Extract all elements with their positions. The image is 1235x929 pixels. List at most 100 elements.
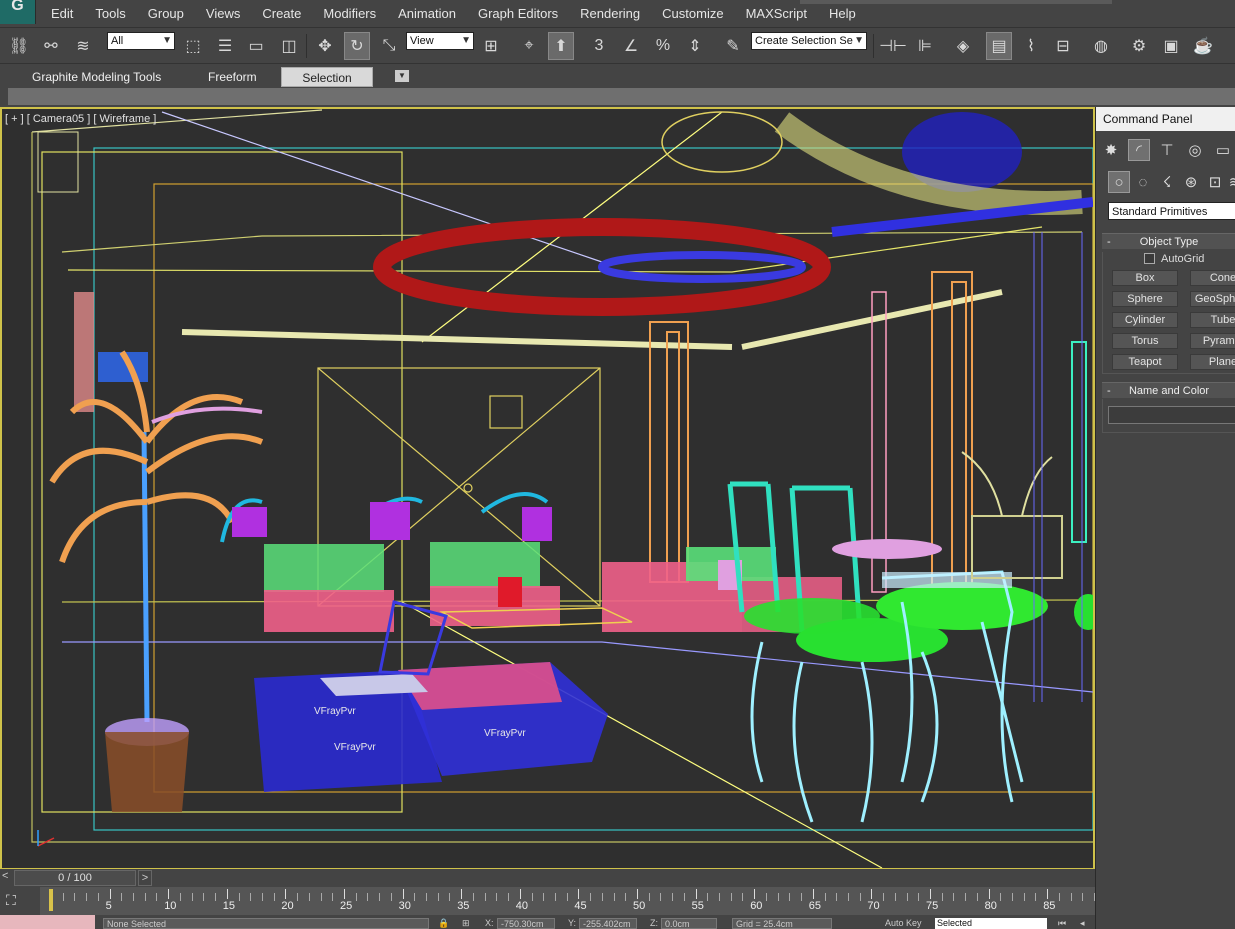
primitive-tube-button[interactable]: Tube	[1190, 312, 1235, 328]
motion-tab-icon[interactable]: ◎	[1184, 139, 1206, 161]
select-and-scale-icon[interactable]: ⤡	[376, 32, 402, 60]
shapes-category-icon[interactable]: ◌	[1132, 171, 1154, 193]
material-editor-icon[interactable]: ◍	[1088, 32, 1114, 60]
ribbon-tab-selection[interactable]: Selection	[281, 67, 373, 87]
primitive-sphere-button[interactable]: Sphere	[1112, 291, 1178, 307]
rendered-frame-window-icon[interactable]: ▣	[1158, 32, 1184, 60]
ribbon-tab-freeform[interactable]: Freeform	[200, 67, 265, 87]
absolute-mode-icon[interactable]: ⊞	[462, 918, 470, 929]
auto-key-button[interactable]: Auto Key	[885, 918, 922, 928]
x-coordinate-field[interactable]: -750.30cm	[497, 918, 555, 929]
checkbox-box[interactable]	[1144, 253, 1155, 264]
selection-filter-dropdown[interactable]: All ▼	[107, 32, 175, 50]
timeline-tick-label: 20	[281, 900, 294, 912]
bind-spacewarp-icon[interactable]: ≋	[70, 32, 96, 60]
primitive-box-button[interactable]: Box	[1112, 270, 1178, 286]
y-coordinate-field[interactable]: -255.402cm	[579, 918, 637, 929]
modify-tab-icon[interactable]: ◜	[1128, 139, 1150, 161]
menu-create[interactable]: Create	[251, 0, 312, 28]
hierarchy-tab-icon[interactable]: ⊤	[1156, 139, 1178, 161]
mini-curve-editor-icon[interactable]: ⛶	[6, 892, 28, 910]
angle-snap-icon[interactable]: ∠	[618, 32, 644, 60]
ribbon-tab-graphite-modeling-tools[interactable]: Graphite Modeling Tools	[24, 67, 169, 87]
maxscript-listener-mini[interactable]	[0, 915, 95, 929]
keyboard-shortcut-override-icon[interactable]: ⬆	[548, 32, 574, 60]
time-slider-thumb[interactable]: 0 / 100	[14, 870, 136, 886]
viewport-label[interactable]: [ + ] [ Camera05 ] [ Wireframe ]	[5, 113, 156, 125]
z-coordinate-field[interactable]: 0.0cm	[661, 918, 717, 929]
schematic-view-icon[interactable]: ⊟	[1050, 32, 1076, 60]
timeline-ruler[interactable]: 5 10 15 20 25 30 35 40 45 50 55 60 65 70 75 80 85	[40, 887, 1096, 915]
menu-animation[interactable]: Animation	[387, 0, 467, 28]
primitive-teapot-button[interactable]: Teapot	[1112, 354, 1178, 370]
window-crossing-icon[interactable]: ◫	[276, 32, 302, 60]
render-teapot-icon[interactable]: ☕	[1190, 32, 1216, 60]
current-frame-marker[interactable]	[49, 889, 53, 911]
layer-manager-icon[interactable]: ◈	[950, 32, 976, 60]
autogrid-checkbox[interactable]: AutoGrid	[1144, 253, 1204, 265]
edit-named-selection-icon[interactable]: ✎	[720, 32, 746, 60]
primitive-pyramid-button[interactable]: Pyramid	[1190, 333, 1235, 349]
select-and-move-icon[interactable]: ✥	[312, 32, 338, 60]
app-logo[interactable]: G	[0, 0, 36, 24]
time-prev-button[interactable]: <	[2, 870, 12, 886]
create-tab-icon[interactable]: ✸	[1100, 139, 1122, 161]
geometry-category-icon[interactable]: ○	[1108, 171, 1130, 193]
menu-group[interactable]: Group	[137, 0, 195, 28]
align-icon[interactable]: ⊫	[912, 32, 938, 60]
spacewarps-category-icon[interactable]: ≋	[1224, 171, 1235, 193]
select-by-name-icon[interactable]: ☰	[212, 32, 238, 60]
scene-explorer-icon[interactable]: ▤	[986, 32, 1012, 60]
menu-maxscript[interactable]: MAXScript	[735, 0, 818, 28]
reference-coordinate-dropdown[interactable]: View ▼	[406, 32, 474, 50]
select-and-link-icon[interactable]: ⛓	[6, 32, 32, 60]
primitive-torus-button[interactable]: Torus	[1112, 333, 1178, 349]
wireframe-scene[interactable]: VFrayPvr VFrayPvr VFrayPvr	[2, 109, 1093, 868]
primitive-plane-button[interactable]: Plane	[1190, 354, 1235, 370]
snaps-toggle-icon[interactable]: 3	[586, 32, 612, 60]
key-mode-dropdown[interactable]: Selected	[935, 918, 1047, 929]
lock-selection-icon[interactable]: 🔒	[438, 918, 449, 929]
menu-views[interactable]: Views	[195, 0, 251, 28]
menu-tools[interactable]: Tools	[84, 0, 136, 28]
rectangular-selection-icon[interactable]: ▭	[243, 32, 269, 60]
primitive-type-dropdown[interactable]: Standard Primitives	[1108, 202, 1235, 220]
select-object-icon[interactable]: ⬚	[180, 32, 206, 60]
primitive-cylinder-button[interactable]: Cylinder	[1112, 312, 1178, 328]
cameras-category-icon[interactable]: ⊛	[1180, 171, 1202, 193]
primitive-geosphere-button[interactable]: GeoSphere	[1190, 291, 1235, 307]
name-and-color-rollout-header[interactable]: - Name and Color	[1102, 382, 1235, 398]
select-and-rotate-icon[interactable]: ↻	[344, 32, 370, 60]
menu-edit[interactable]: Edit	[40, 0, 84, 28]
mirror-icon[interactable]: ⊣⊢	[879, 32, 907, 60]
spinner-snap-icon[interactable]: ⇕	[682, 32, 708, 60]
named-selection-field[interactable]: Create Selection Se ▼	[751, 32, 867, 50]
menu-graph-editors[interactable]: Graph Editors	[467, 0, 569, 28]
go-to-start-icon[interactable]: ⏮	[1058, 918, 1066, 929]
render-setup-icon[interactable]: ⚙	[1126, 32, 1152, 60]
curve-editor-icon[interactable]: ⌇	[1018, 32, 1044, 60]
vase	[971, 515, 1063, 579]
main-toolbar: ⛓ ⚯ ≋ All ▼ ⬚ ☰ ▭ ◫ ✥ ↻ ⤡ View ▼ ⊞ ⌖ ⬆ 3 ∠…	[0, 28, 1235, 64]
scene-label: VFrayPvr	[334, 742, 376, 753]
chevron-down-icon: ▼	[162, 35, 172, 46]
select-and-manipulate-icon[interactable]: ⌖	[516, 32, 542, 60]
percent-snap-icon[interactable]: %	[650, 32, 676, 60]
time-next-button[interactable]: >	[138, 870, 152, 886]
primitive-cone-button[interactable]: Cone	[1190, 270, 1235, 286]
menu-customize[interactable]: Customize	[651, 0, 734, 28]
camera-viewport[interactable]: VFrayPvr VFrayPvr VFrayPvr [ + ] [ Camer…	[0, 107, 1095, 870]
unlink-icon[interactable]: ⚯	[38, 32, 64, 60]
menu-rendering[interactable]: Rendering	[569, 0, 651, 28]
pivot-center-icon[interactable]: ⊞	[478, 32, 504, 60]
timeline-tick	[332, 893, 334, 901]
display-tab-icon[interactable]: ▭	[1212, 139, 1234, 161]
menu-help[interactable]: Help	[818, 0, 867, 28]
lights-category-icon[interactable]: ☇	[1156, 171, 1178, 193]
helpers-category-icon[interactable]: ⊡	[1204, 171, 1226, 193]
ribbon-expand-icon[interactable]: ▼	[395, 70, 409, 82]
menu-modifiers[interactable]: Modifiers	[312, 0, 387, 28]
prev-frame-icon[interactable]: ◂	[1080, 918, 1085, 929]
object-name-input[interactable]	[1108, 406, 1235, 424]
object-type-rollout-header[interactable]: - Object Type	[1102, 233, 1235, 249]
